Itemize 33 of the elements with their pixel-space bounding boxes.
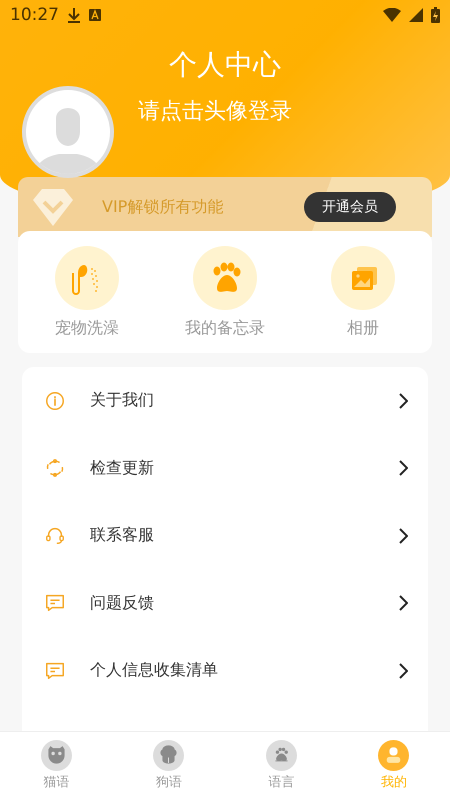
- menu-item[interactable]: 检查更新: [22, 434, 428, 502]
- nav-tab[interactable]: 猫语: [0, 732, 112, 801]
- wifi-icon: [383, 8, 401, 22]
- nav-tab[interactable]: 我的: [338, 732, 450, 801]
- chevron-right-icon: [398, 662, 408, 679]
- menu-item[interactable]: 个人信息收集清单: [22, 637, 428, 704]
- paw-icon: [214, 262, 240, 292]
- download-icon: [67, 7, 81, 23]
- shower-icon: [72, 264, 98, 294]
- status-time: 10:27: [10, 5, 59, 25]
- shortcut-item[interactable]: 宠物洗澡: [27, 246, 147, 338]
- nav-tab[interactable]: 语言: [225, 732, 338, 801]
- battery-icon: [431, 7, 440, 23]
- menu-item[interactable]: 联系客服: [22, 502, 428, 570]
- shortcut-item[interactable]: 我的备忘录: [165, 246, 285, 338]
- open-membership-button[interactable]: 开通会员: [304, 192, 396, 222]
- menu-item[interactable]: 问题反馈: [22, 570, 428, 637]
- notification-icon: [89, 9, 101, 21]
- chevron-right-icon: [398, 595, 408, 612]
- chevron-right-icon: [398, 528, 408, 544]
- diamond-icon: [32, 187, 74, 227]
- nav-tab[interactable]: 狗语: [112, 732, 225, 801]
- signal-icon: [409, 8, 423, 22]
- picture-icon: [352, 266, 377, 290]
- menu-item[interactable]: 关于我们: [22, 367, 428, 434]
- shortcut-item[interactable]: 相册: [303, 246, 423, 338]
- vip-text: VIP解锁所有功能: [102, 196, 224, 218]
- info-icon: [44, 390, 66, 412]
- chevron-right-icon: [398, 392, 408, 409]
- login-prompt[interactable]: 请点击头像登录: [138, 96, 292, 126]
- chevron-right-icon: [398, 460, 408, 476]
- refresh-icon: [44, 457, 66, 480]
- page-title: 个人中心: [169, 47, 281, 83]
